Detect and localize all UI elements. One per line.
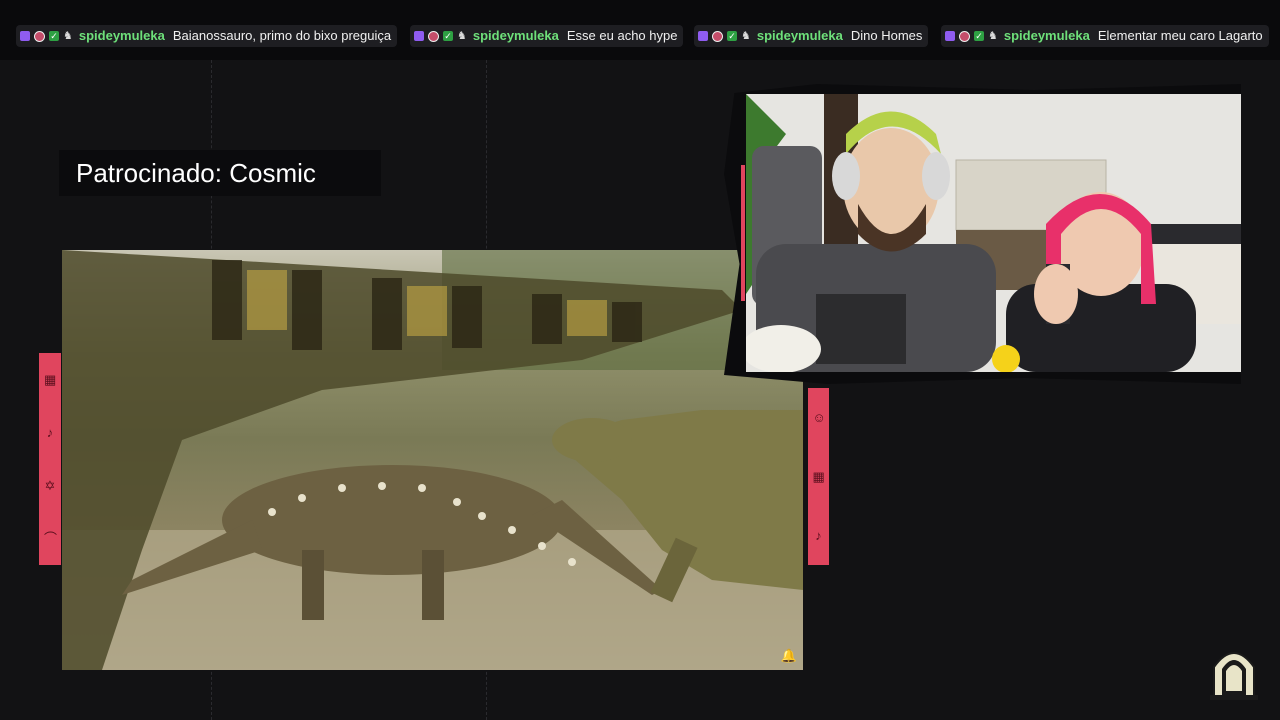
sponsor-label: Patrocinado: Cosmic: [59, 150, 381, 196]
twitch-badge-icon: [698, 31, 708, 41]
left-decor-strip: ▦ ♪ ✡ ⌒: [39, 353, 61, 565]
bell-icon: 🔔: [780, 648, 797, 663]
webcam-feed: [746, 94, 1241, 372]
smile-icon: ☺: [812, 409, 826, 425]
spoon-icon: ♪: [46, 424, 54, 440]
chat-username: spideymuleka: [1003, 28, 1090, 43]
chat-text: Elementar meu caro Lagarto: [1097, 28, 1263, 43]
twitch-badge-icon: [414, 31, 424, 41]
calendar-icon: ▦: [812, 468, 825, 484]
verified-check-icon: ✓: [49, 31, 59, 41]
right-decor-strip: ☺ ▦ ♪: [808, 388, 829, 565]
ghost-icon: ♞: [457, 30, 467, 42]
twitch-badge-icon: [945, 31, 955, 41]
verified-check-icon: ✓: [443, 31, 453, 41]
video-frame-dinosaurs: [62, 250, 803, 670]
chat-text: Esse eu acho hype: [566, 28, 678, 43]
avatar-icon: [712, 30, 723, 42]
chat-text: Baianossauro, primo do bixo preguiça: [172, 28, 392, 43]
chat-message: ✓ ♞ spideymuleka Elementar meu caro Laga…: [941, 25, 1269, 47]
chat-username: spideymuleka: [78, 28, 165, 43]
chat-message: ✓ ♞ spideymuleka Esse eu acho hype: [410, 25, 684, 47]
calendar-icon: ▦: [44, 371, 57, 387]
verified-check-icon: ✓: [727, 31, 737, 41]
ghost-icon: ♞: [63, 30, 73, 42]
twitch-badge-icon: [20, 31, 30, 41]
ghost-icon: ♞: [988, 30, 998, 42]
chat-ticker: ✓ ♞ spideymuleka Baianossauro, primo do …: [0, 0, 1280, 60]
avatar-icon: [34, 30, 45, 42]
webcam-accent-stripe: [741, 165, 745, 301]
chat-username: spideymuleka: [756, 28, 843, 43]
video-player[interactable]: 🔔: [62, 250, 803, 670]
avatar-icon: [428, 30, 439, 42]
ghost-icon: ♞: [741, 30, 751, 42]
spoon-icon: ⌒: [44, 530, 58, 546]
crypt-logo-icon: [1208, 645, 1260, 701]
pentagram-icon: ✡: [44, 477, 56, 493]
webcam-scene: [746, 94, 1241, 372]
spoon-icon: ♪: [815, 527, 822, 543]
chat-message: ✓ ♞ spideymuleka Baianossauro, primo do …: [16, 25, 398, 47]
chat-text: Dino Homes: [850, 28, 923, 43]
chat-message: ✓ ♞ spideymuleka Dino Homes: [694, 25, 929, 47]
verified-check-icon: ✓: [974, 31, 984, 41]
avatar-icon: [959, 30, 970, 42]
chat-username: spideymuleka: [472, 28, 559, 43]
